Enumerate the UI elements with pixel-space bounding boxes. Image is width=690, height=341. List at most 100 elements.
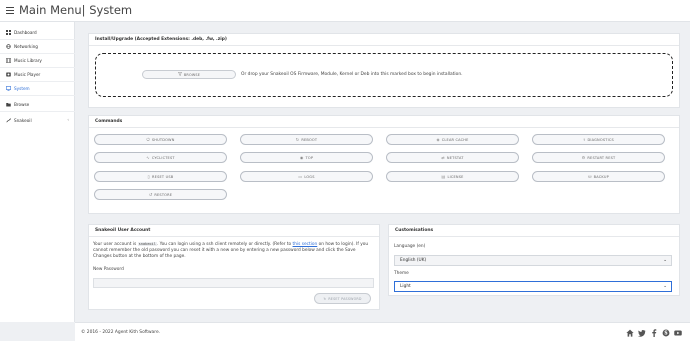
top-bar: Main Menu| System (0, 0, 690, 22)
netstat-button[interactable]: ⇄ NETSTAT (386, 152, 519, 163)
svg-text:S: S (664, 330, 668, 336)
snake-icon (5, 118, 11, 124)
grid-icon (5, 30, 11, 36)
refresh-icon: ↻ (295, 137, 300, 142)
diagnostics-label: DIAGNOSTICS (587, 137, 614, 142)
new-password-input[interactable] (93, 278, 374, 288)
reboot-button[interactable]: ↻ REBOOT (240, 134, 373, 145)
license-icon: ▤ (441, 174, 446, 179)
sidebar-item-label: Snakeoil (14, 118, 32, 123)
network-icon: ⇄ (441, 155, 445, 160)
dropzone-instructions: Or drop your Snakeoil OS Firmware, Modul… (241, 72, 463, 77)
sidebar-item-label: Browse (14, 102, 30, 107)
username-code: snakeoil (137, 242, 157, 246)
home-icon[interactable] (625, 328, 634, 337)
theme-value: Light (400, 284, 411, 289)
restore-icon: ↺ (148, 192, 153, 197)
browse-button-label: BROWSE (183, 72, 201, 77)
cyclictest-label: CYCLICTEST (151, 155, 175, 160)
logs-button[interactable]: ▭ LOGS (240, 171, 373, 182)
sidebar-item-networking[interactable]: Networking (0, 41, 75, 52)
backup-label: BACKUP (593, 174, 609, 179)
footer: © 2016 - 2022 Agent Kith Software. S (75, 322, 690, 341)
sidebar: Dashboard Networking Music Library Music… (0, 22, 75, 322)
sidebar-item-label: Dashboard (14, 30, 37, 35)
user-account-card-title: Snakeoil User Account (89, 225, 379, 237)
reset-usb-label: RESET USB (152, 174, 174, 179)
power-icon: ⏻ (146, 137, 150, 142)
backup-button[interactable]: ⛁ BACKUP (532, 171, 665, 182)
twitter-icon[interactable] (637, 328, 646, 337)
divider (0, 67, 75, 68)
reset-password-button[interactable]: ↻ RESET PASSWORD (314, 293, 371, 304)
chevron-left-icon[interactable]: ‹ (67, 118, 69, 123)
hamburger-menu-icon[interactable] (6, 7, 14, 14)
backup-icon: ⛁ (588, 174, 592, 179)
sidebar-item-browse[interactable]: Browse (0, 99, 75, 110)
sidebar-item-label: Networking (14, 44, 38, 49)
restore-label: RESTORE (154, 192, 173, 197)
divider (0, 95, 75, 96)
divider (0, 111, 75, 112)
funnel-icon (177, 72, 183, 77)
theme-select[interactable]: Light ⌄ (394, 281, 672, 292)
netstat-label: NETSTAT (446, 155, 464, 160)
page-title: Main Menu| System (19, 3, 133, 17)
license-button[interactable]: ▤ LICENSE (386, 171, 519, 182)
user-account-description: Your user account is snakeoil. You can l… (93, 242, 373, 259)
sidebar-item-dashboard[interactable]: Dashboard (0, 27, 75, 38)
reset-password-label: RESET PASSWORD (328, 296, 362, 301)
skype-icon[interactable]: S (661, 328, 670, 337)
browse-button[interactable]: BROWSE (142, 70, 236, 79)
folder-icon (5, 102, 11, 108)
youtube-icon[interactable] (673, 328, 682, 337)
divider (0, 81, 75, 82)
account-text: Your user account is (93, 242, 138, 247)
logs-label: LOGS (304, 174, 315, 179)
copyright-text: © 2016 - 2022 Agent Kith Software. (81, 330, 161, 335)
sidebar-item-music-player[interactable]: Music Player (0, 69, 75, 80)
gear-icon: ⚙ (581, 155, 586, 160)
diagnostics-button[interactable]: ⚕ DIAGNOSTICS (532, 134, 665, 145)
library-icon (5, 58, 11, 64)
facebook-icon[interactable] (649, 328, 658, 337)
refresh-icon: ↻ (323, 296, 327, 301)
terminal-icon: ▭ (298, 174, 303, 179)
gauge-icon: ◉ (299, 155, 304, 160)
commands-card-title: Commands (89, 116, 679, 128)
usb-icon: ▯ (147, 174, 151, 179)
divider (0, 39, 75, 40)
clear-cache-button[interactable]: ◈ CLEAR CACHE (386, 134, 519, 145)
restore-button[interactable]: ↺ RESTORE (94, 189, 227, 200)
restart-rest-button[interactable]: ⚙ RESTART REST (532, 152, 665, 163)
reset-usb-button[interactable]: ▯ RESET USB (94, 171, 227, 182)
top-button[interactable]: ◉ TOP (240, 152, 373, 163)
sidebar-item-system[interactable]: System (0, 83, 75, 94)
account-text: . You can login using a ssh client remot… (156, 242, 293, 247)
sidebar-item-snakeoil[interactable]: Snakeoil ‹ (0, 115, 75, 126)
language-value: English (UK) (400, 258, 427, 263)
monitor-icon (5, 86, 11, 92)
install-card-title: Install/Upgrade (Accepted Extensions: .d… (89, 34, 679, 46)
language-select[interactable]: English (UK) ⌄ (394, 255, 672, 266)
customisations-card-title: Customisations (389, 225, 679, 237)
chevron-down-icon: ⌄ (663, 284, 667, 289)
restart-rest-label: RESTART REST (587, 155, 616, 160)
this-section-link[interactable]: this section (293, 242, 318, 247)
shutdown-button[interactable]: ⏻ SHUTDOWN (94, 134, 227, 145)
sidebar-item-label: System (14, 86, 30, 91)
eraser-icon: ◈ (436, 137, 440, 142)
divider (0, 53, 75, 54)
shutdown-label: SHUTDOWN (151, 137, 175, 142)
clear-cache-label: CLEAR CACHE (441, 137, 469, 142)
sidebar-item-label: Music Library (14, 58, 42, 63)
language-label: Language (en) (394, 244, 426, 249)
license-label: LICENSE (447, 174, 464, 179)
social-links: S (625, 328, 682, 337)
new-password-label: New Password (93, 267, 124, 272)
top-label: TOP (305, 155, 314, 160)
cyclictest-button[interactable]: ∿ CYCLICTEST (94, 152, 227, 163)
theme-label: Theme (394, 271, 409, 276)
sidebar-item-music-library[interactable]: Music Library (0, 55, 75, 66)
music-icon (5, 72, 11, 78)
